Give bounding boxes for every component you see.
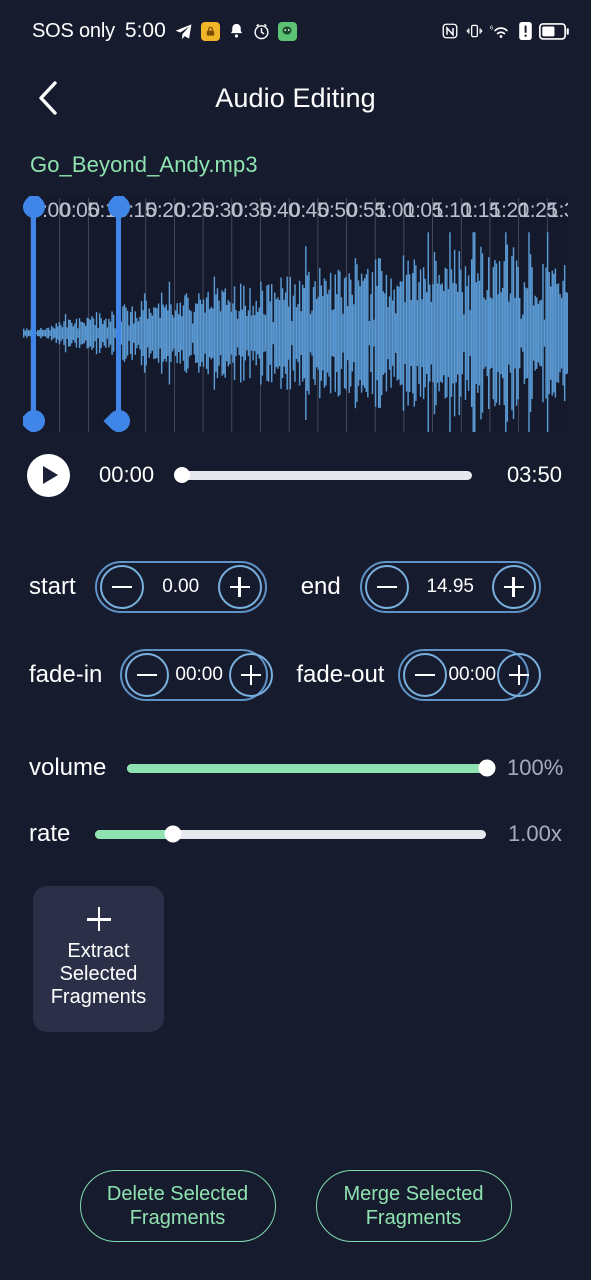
fade-out-stepper[interactable]: 00:00 bbox=[398, 649, 542, 701]
end-decrement-button[interactable] bbox=[364, 565, 409, 609]
chevron-left-icon bbox=[39, 81, 57, 115]
svg-text:6: 6 bbox=[490, 25, 494, 31]
playback-progress-slider[interactable] bbox=[174, 467, 473, 483]
volume-thumb[interactable] bbox=[478, 759, 496, 777]
wifi-6-icon: 6 bbox=[490, 22, 512, 40]
end-increment-button[interactable] bbox=[491, 565, 536, 609]
waveform-graphic bbox=[23, 196, 568, 432]
trim-controls-row: start 0.00 end 14.95 bbox=[0, 559, 591, 615]
plus-icon-v bbox=[517, 665, 521, 685]
start-label: start bbox=[29, 573, 76, 600]
rate-fill bbox=[95, 829, 174, 839]
bell-icon bbox=[228, 22, 245, 40]
delete-selected-fragments-button[interactable]: Delete Selected Fragments bbox=[79, 1170, 276, 1242]
minus-icon bbox=[137, 673, 158, 677]
clock-label: 5:00 bbox=[124, 19, 166, 42]
end-label: end bbox=[300, 573, 341, 600]
total-time-label: 03:50 bbox=[506, 462, 562, 487]
playback-controls: 00:00 03:50 bbox=[0, 450, 591, 500]
app-header: Audio Editing bbox=[0, 62, 591, 134]
volume-value: 100% bbox=[507, 755, 564, 780]
end-value: 14.95 bbox=[426, 576, 474, 597]
volume-slider[interactable] bbox=[127, 759, 496, 777]
start-increment-button[interactable] bbox=[217, 565, 262, 609]
volume-label: volume bbox=[29, 754, 107, 781]
rate-thumb[interactable] bbox=[164, 825, 182, 843]
fade-in-value: 00:00 bbox=[175, 664, 223, 685]
fade-out-value: 00:00 bbox=[448, 664, 497, 685]
rate-label: rate bbox=[29, 820, 71, 847]
fade-in-increment-button[interactable] bbox=[228, 653, 273, 697]
fade-in-stepper[interactable]: 00:00 bbox=[120, 649, 273, 701]
volume-row: volume 100% bbox=[0, 748, 591, 788]
extract-label: Extract Selected Fragments bbox=[50, 940, 147, 1008]
progress-thumb[interactable] bbox=[174, 467, 191, 483]
plus-icon-v bbox=[512, 577, 515, 597]
play-button[interactable] bbox=[27, 453, 70, 497]
battery-icon bbox=[539, 22, 569, 40]
rate-row: rate 1.00x bbox=[0, 814, 591, 854]
selection-start-handle[interactable] bbox=[23, 196, 50, 432]
fade-in-label: fade-in bbox=[29, 661, 103, 688]
rate-value: 1.00x bbox=[508, 821, 562, 846]
start-decrement-button[interactable] bbox=[99, 565, 144, 609]
status-bar-right: 6 bbox=[441, 22, 569, 40]
end-stepper[interactable]: 14.95 bbox=[359, 561, 541, 613]
fade-out-increment-button[interactable] bbox=[497, 653, 542, 697]
fade-out-label: fade-out bbox=[296, 661, 385, 688]
audio-editing-screen: SOS only 5:00 6 Audio Editing Go_Beyond_… bbox=[0, 0, 591, 1280]
page-title: Audio Editing bbox=[215, 82, 376, 113]
clock-icon bbox=[253, 23, 270, 40]
minus-icon bbox=[376, 585, 397, 589]
volume-fill bbox=[127, 763, 487, 773]
fade-in-decrement-button[interactable] bbox=[125, 653, 170, 697]
status-bar: SOS only 5:00 6 bbox=[0, 0, 591, 62]
plus-icon-v bbox=[238, 577, 241, 597]
start-value: 0.00 bbox=[162, 576, 200, 597]
current-time-label: 00:00 bbox=[99, 462, 155, 487]
messenger-icon bbox=[277, 21, 297, 41]
alert-icon bbox=[519, 22, 532, 40]
plus-icon-v bbox=[249, 665, 253, 685]
play-icon bbox=[43, 466, 58, 484]
merge-selected-fragments-button[interactable]: Merge Selected Fragments bbox=[315, 1170, 512, 1242]
minus-icon bbox=[415, 673, 436, 677]
plus-icon bbox=[86, 906, 112, 932]
fade-out-decrement-button[interactable] bbox=[403, 653, 448, 697]
carrier-label: SOS only bbox=[32, 19, 115, 42]
start-stepper[interactable]: 0.00 bbox=[94, 561, 267, 613]
folder-lock-icon bbox=[200, 21, 220, 41]
vibrate-icon bbox=[466, 22, 483, 40]
waveform-panel[interactable]: 0:000:050:100:150:200:250:300:350:400:45… bbox=[23, 196, 568, 432]
rate-slider[interactable] bbox=[95, 825, 486, 843]
extract-selected-fragments-button[interactable]: Extract Selected Fragments bbox=[33, 886, 164, 1032]
nfc-icon bbox=[441, 22, 459, 40]
bottom-action-bar: Delete Selected Fragments Merge Selected… bbox=[0, 1170, 591, 1242]
fade-controls-row: fade-in 00:00 fade-out 00:00 bbox=[0, 647, 591, 703]
back-button[interactable] bbox=[26, 76, 70, 120]
selection-end-handle[interactable] bbox=[102, 196, 135, 432]
file-name-label: Go_Beyond_Andy.mp3 bbox=[30, 152, 258, 177]
minus-icon bbox=[111, 585, 132, 589]
telegram-icon bbox=[174, 22, 193, 41]
status-bar-left: SOS only 5:00 bbox=[32, 19, 297, 43]
